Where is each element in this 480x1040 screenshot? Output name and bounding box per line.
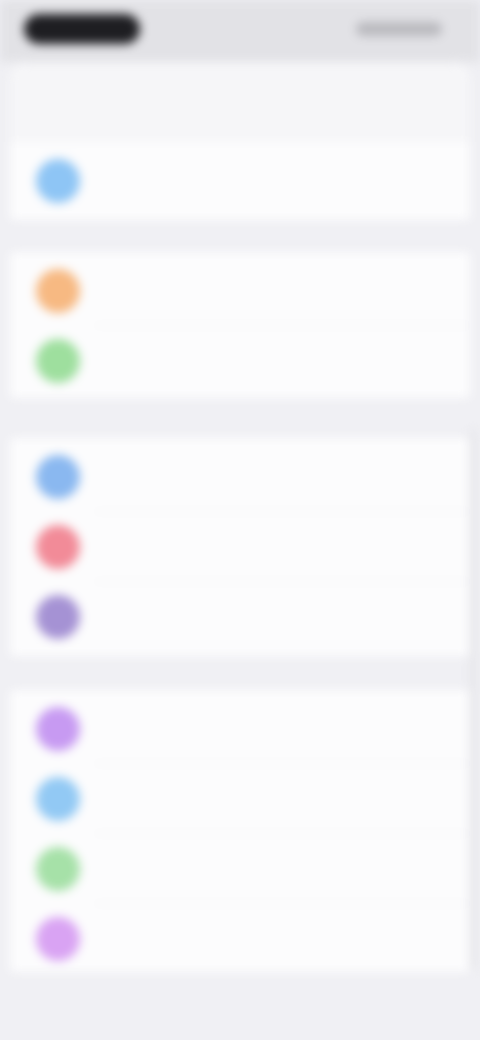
list-item[interactable] [10,146,470,216]
list-item[interactable] [10,694,470,764]
list-item[interactable] [10,512,470,582]
list-item[interactable] [10,582,470,652]
circle-icon [36,595,80,639]
circle-icon [36,339,80,383]
settings-group-2 [10,252,470,398]
status-indicators [356,22,442,36]
status-bar [0,0,480,62]
circle-icon [36,707,80,751]
nav-action-button[interactable] [366,94,436,110]
settings-screen [0,0,480,1040]
list-item[interactable] [10,834,470,904]
scroll-indicator[interactable] [470,430,476,970]
circle-icon [36,159,80,203]
settings-group-1 [10,142,470,220]
circle-icon [36,777,80,821]
navigation-bar [10,62,470,142]
list-item[interactable] [10,764,470,834]
list-item[interactable] [10,326,470,396]
settings-group-4 [10,690,470,972]
back-button[interactable] [42,94,66,110]
circle-icon [36,269,80,313]
settings-group-3 [10,438,470,656]
list-item[interactable] [10,442,470,512]
status-time-pill [24,14,140,44]
list-item[interactable] [10,256,470,326]
page-title [200,92,300,112]
circle-icon [36,917,80,961]
list-item[interactable] [10,904,470,974]
circle-icon [36,525,80,569]
circle-icon [36,455,80,499]
circle-icon [36,847,80,891]
